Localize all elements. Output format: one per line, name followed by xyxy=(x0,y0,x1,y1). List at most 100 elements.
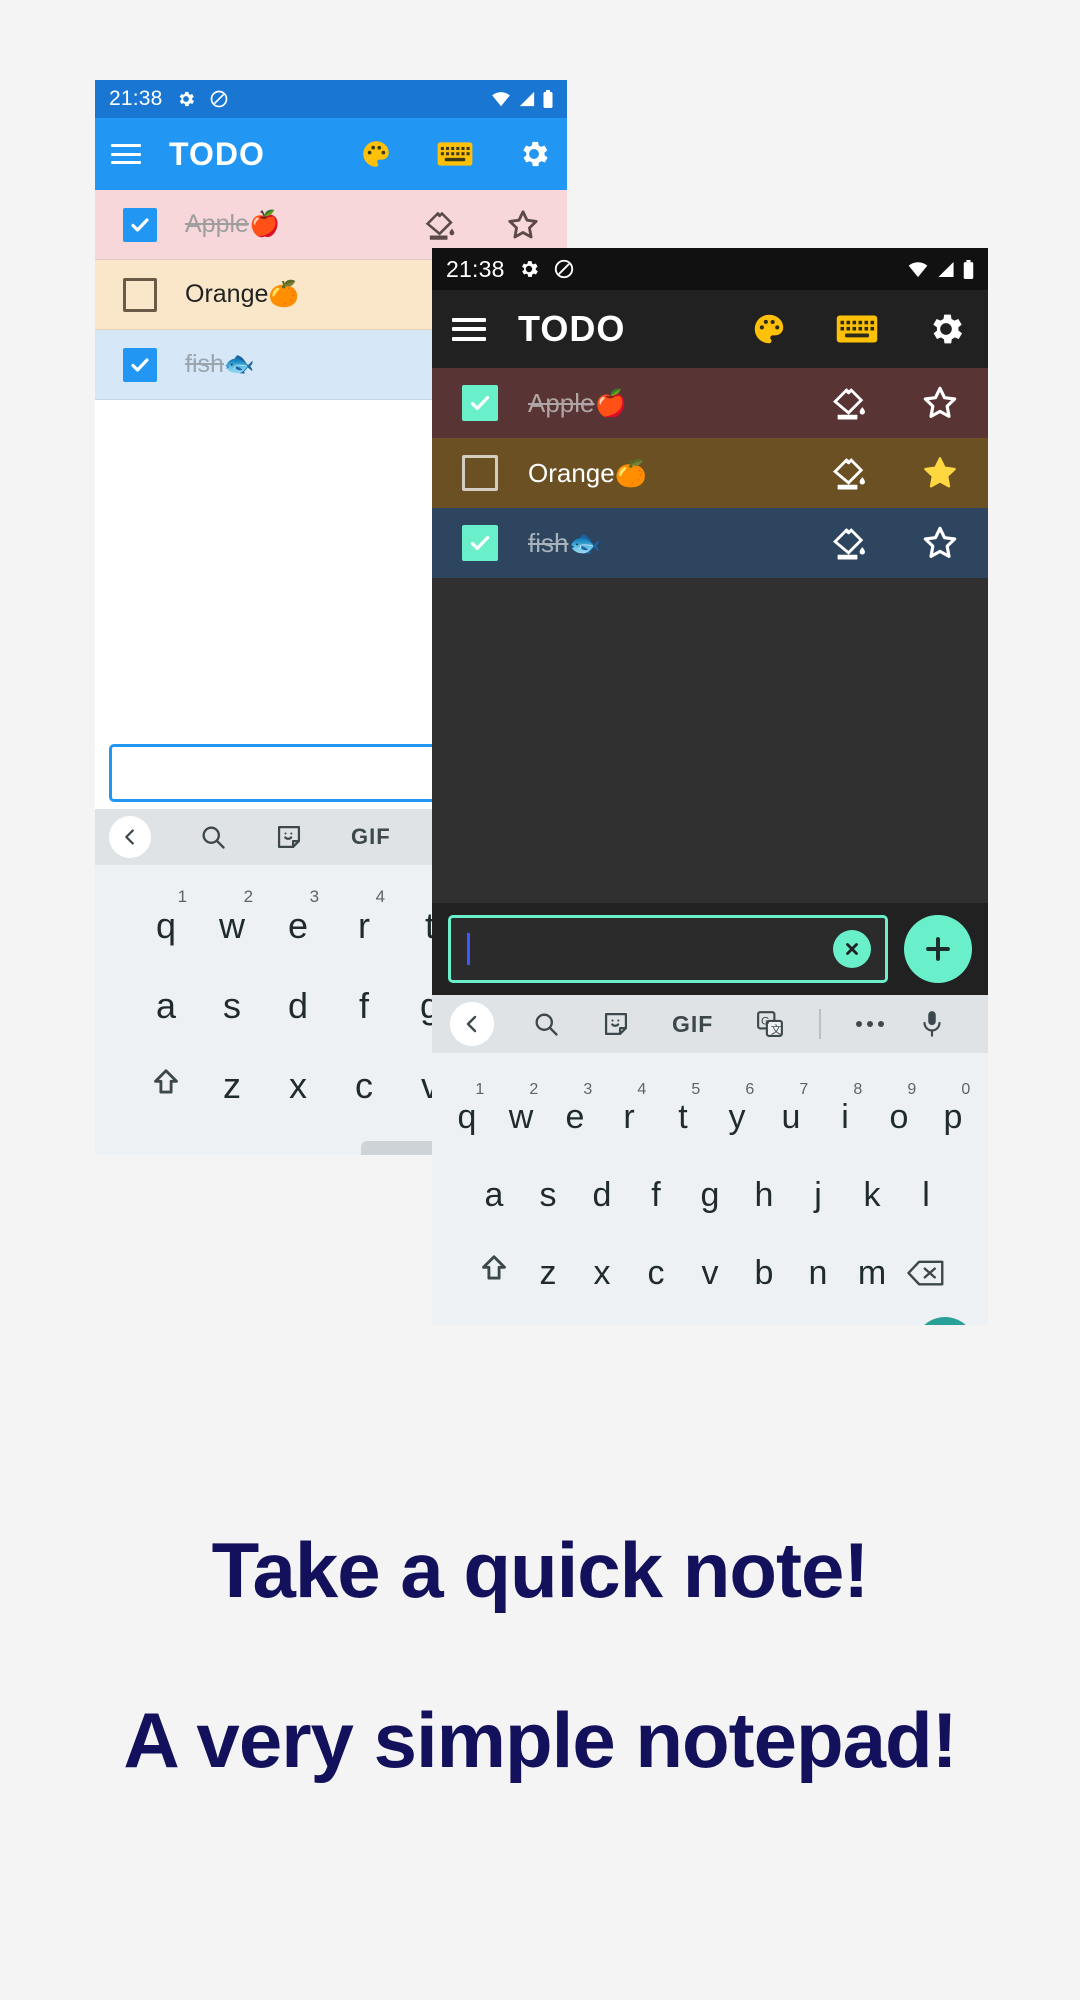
hamburger-icon[interactable] xyxy=(111,144,141,164)
key-s[interactable]: s xyxy=(521,1176,575,1215)
key-g[interactable]: g xyxy=(683,1176,737,1215)
key-l[interactable]: l xyxy=(899,1176,953,1215)
row-checkbox[interactable] xyxy=(123,207,157,242)
key-d[interactable]: d xyxy=(265,985,331,1027)
promo-headline-1: Take a quick note! xyxy=(211,1526,870,1614)
row-checkbox[interactable] xyxy=(123,277,157,312)
key-z[interactable]: z xyxy=(521,1254,575,1293)
gear-icon[interactable] xyxy=(517,137,551,171)
key-x[interactable]: x xyxy=(265,1065,331,1107)
back-chevron-icon[interactable] xyxy=(109,816,151,858)
key-k[interactable]: k xyxy=(845,1176,899,1215)
hamburger-icon[interactable] xyxy=(452,317,486,341)
key-i[interactable]: 8i xyxy=(818,1081,872,1137)
key-e[interactable]: 3e xyxy=(265,887,331,947)
note-input[interactable] xyxy=(448,915,888,983)
back-chevron-icon[interactable] xyxy=(450,1002,494,1046)
row-emoji: 🍊 xyxy=(614,457,648,488)
keyboard-suggestion-bar: GIF G 文 xyxy=(432,995,988,1053)
gif-icon[interactable]: GIF xyxy=(351,824,391,850)
key-p[interactable]: 0p xyxy=(926,1081,980,1137)
key-n[interactable]: n xyxy=(791,1254,845,1293)
language-globe-icon[interactable] xyxy=(273,1154,351,1155)
key-x[interactable]: x xyxy=(575,1254,629,1293)
table-row[interactable]: Apple 🍎 xyxy=(432,368,988,438)
key-c[interactable]: c xyxy=(331,1065,397,1107)
mic-icon[interactable] xyxy=(919,1009,945,1039)
palette-icon[interactable] xyxy=(750,310,788,348)
key-y[interactable]: 6y xyxy=(710,1081,764,1137)
row-label: Orange xyxy=(185,280,269,308)
sticker-icon[interactable] xyxy=(275,823,303,851)
key-a[interactable]: a xyxy=(467,1176,521,1215)
key-s[interactable]: s xyxy=(199,985,265,1027)
key-m[interactable]: m xyxy=(845,1254,899,1293)
shift-key[interactable] xyxy=(133,1066,199,1107)
battery-icon xyxy=(963,259,974,279)
wifi-icon xyxy=(908,261,928,277)
key-f[interactable]: f xyxy=(629,1176,683,1215)
key-t[interactable]: 5t xyxy=(656,1081,710,1137)
row-checkbox[interactable] xyxy=(123,347,157,382)
key-v[interactable]: v xyxy=(683,1254,737,1293)
key-b[interactable]: b xyxy=(737,1254,791,1293)
paint-bucket-icon[interactable] xyxy=(830,384,868,422)
key-f[interactable]: f xyxy=(331,985,397,1027)
enter-key[interactable] xyxy=(914,1317,976,1325)
dark-app-bar: TODO xyxy=(432,290,988,368)
dark-phone: 21:38 TODO Apple 🍎 Orange 🍊 fish 🐟 GIF G… xyxy=(432,248,988,1325)
sticker-icon[interactable] xyxy=(602,1010,630,1038)
light-status-bar: 21:38 xyxy=(95,80,567,118)
light-app-bar: TODO xyxy=(95,118,567,190)
key-o[interactable]: 9o xyxy=(872,1081,926,1137)
paint-bucket-icon[interactable] xyxy=(830,454,868,492)
key-d[interactable]: d xyxy=(575,1176,629,1215)
add-note-fab[interactable] xyxy=(904,915,972,983)
search-icon[interactable] xyxy=(199,823,227,851)
key-a[interactable]: a xyxy=(133,985,199,1027)
signal-icon xyxy=(519,91,535,107)
signal-icon xyxy=(938,261,954,277)
wifi-icon xyxy=(492,92,510,107)
table-row[interactable]: fish 🐟 xyxy=(432,508,988,578)
row-emoji: 🍊 xyxy=(268,280,300,308)
key-q[interactable]: 1q xyxy=(133,887,199,947)
gif-icon[interactable]: GIF xyxy=(672,1011,713,1038)
star-icon[interactable] xyxy=(920,383,960,423)
paint-bucket-icon[interactable] xyxy=(830,524,868,562)
status-time: 21:38 xyxy=(109,87,163,110)
star-icon[interactable] xyxy=(920,453,960,493)
clear-icon[interactable] xyxy=(833,930,871,968)
row-checkbox[interactable] xyxy=(462,385,498,421)
row-checkbox[interactable] xyxy=(462,455,498,491)
dark-phone-keyboard: GIF G 文 1q 2w 3e 4r 5t 6 y 7 u 8 i 9 o 0… xyxy=(432,995,988,1325)
key-j[interactable]: j xyxy=(791,1176,845,1215)
key-z[interactable]: z xyxy=(199,1065,265,1107)
key-r[interactable]: 4r xyxy=(331,887,397,947)
keyboard-icon[interactable] xyxy=(836,313,878,345)
key-c[interactable]: c xyxy=(629,1254,683,1293)
search-icon[interactable] xyxy=(532,1010,560,1038)
table-row[interactable]: Orange 🍊 xyxy=(432,438,988,508)
translate-icon[interactable]: G 文 xyxy=(755,1009,785,1039)
svg-text:G: G xyxy=(761,1016,770,1028)
key-u[interactable]: 7u xyxy=(764,1081,818,1137)
backspace-key[interactable] xyxy=(899,1258,953,1293)
star-icon[interactable] xyxy=(920,523,960,563)
palette-icon[interactable] xyxy=(359,137,393,171)
key-q[interactable]: 1q xyxy=(440,1081,494,1137)
key-w[interactable]: 2w xyxy=(494,1081,548,1137)
star-icon[interactable] xyxy=(505,207,541,243)
shift-key[interactable] xyxy=(467,1252,521,1293)
paint-bucket-icon[interactable] xyxy=(423,208,457,242)
page-title: TODO xyxy=(518,308,626,349)
more-icon[interactable] xyxy=(855,1019,885,1029)
row-checkbox[interactable] xyxy=(462,525,498,561)
do-not-disturb-icon xyxy=(210,90,227,108)
key-r[interactable]: 4r xyxy=(602,1081,656,1137)
key-w[interactable]: 2w xyxy=(199,887,265,947)
gear-icon[interactable] xyxy=(926,309,966,349)
key-h[interactable]: h xyxy=(737,1176,791,1215)
keyboard-icon[interactable] xyxy=(437,140,473,168)
key-e[interactable]: 3e xyxy=(548,1081,602,1137)
